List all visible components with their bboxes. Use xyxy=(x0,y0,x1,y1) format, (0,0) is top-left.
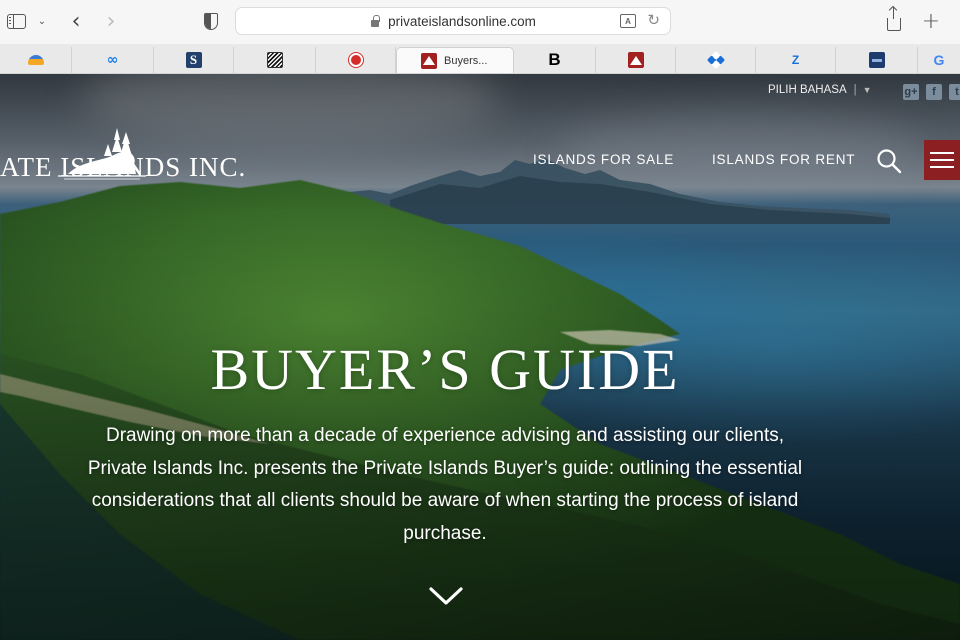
google-logo-icon: G xyxy=(933,52,945,68)
sidebar-toggle-button[interactable] xyxy=(5,8,27,34)
hero-description: Drawing on more than a decade of experie… xyxy=(60,420,830,550)
hero-description-line: Private Islands Inc. presents the Privat… xyxy=(87,457,803,479)
menu-icon-bar xyxy=(930,151,954,154)
twitter-icon[interactable]: t xyxy=(949,84,960,100)
z-logo-icon: Z xyxy=(791,53,800,67)
infinity-icon: ∞ xyxy=(106,52,119,68)
privacy-shield-button[interactable] xyxy=(200,8,222,34)
forward-button[interactable]: › xyxy=(99,8,123,34)
tab-3[interactable]: S xyxy=(154,47,234,73)
tab-8[interactable] xyxy=(596,47,676,73)
navy-logo-icon xyxy=(868,52,885,68)
blue-pixel-logo-icon xyxy=(706,50,725,70)
facebook-icon[interactable]: f xyxy=(926,84,942,100)
language-label: PILIH BAHASA xyxy=(768,84,847,96)
menu-icon-bar xyxy=(930,166,954,169)
striped-logo-icon xyxy=(266,52,283,68)
tab-11[interactable] xyxy=(836,47,918,73)
hero-description-line: Drawing on more than a decade of experie… xyxy=(105,425,785,446)
url-text: privateislandsonline.com xyxy=(388,13,536,29)
tab-active-buyers[interactable]: Buyers... xyxy=(396,47,514,73)
b-logo-icon: B xyxy=(548,50,561,69)
address-bar[interactable]: privateislandsonline.com A ↻ xyxy=(235,7,671,35)
private-islands-logo-icon xyxy=(421,52,437,69)
translate-icon[interactable]: A xyxy=(620,14,636,28)
tab-10[interactable]: Z xyxy=(756,47,836,73)
menu-icon-bar xyxy=(930,158,954,162)
hero-section: ATE ISLANDS INC. PILIH BAHASA | ▼ g+ f t… xyxy=(0,74,960,640)
search-icon[interactable] xyxy=(876,148,902,174)
google-plus-icon[interactable]: g+ xyxy=(903,84,919,100)
share-icon xyxy=(887,6,901,31)
tab-4[interactable] xyxy=(234,47,316,73)
language-selector[interactable]: PILIH BAHASA | ▼ xyxy=(768,84,872,96)
site-logo-text[interactable]: ATE ISLANDS INC. xyxy=(0,152,245,183)
back-button[interactable]: ‹ xyxy=(64,8,88,34)
caret-down-icon: ▼ xyxy=(862,85,872,95)
hero-description-line: purchase. xyxy=(403,522,487,544)
page-title: BUYER’S GUIDE xyxy=(210,337,680,402)
share-button[interactable] xyxy=(883,6,905,34)
reload-icon[interactable]: ↻ xyxy=(647,11,660,29)
tab-12[interactable]: G xyxy=(918,47,960,73)
new-tab-button[interactable]: + xyxy=(920,8,942,34)
tab-1[interactable] xyxy=(0,47,72,73)
tab-2[interactable]: ∞ xyxy=(72,47,154,73)
tab-9[interactable] xyxy=(676,47,756,73)
private-islands-logo-icon xyxy=(627,52,644,68)
hero-description-line: considerations that all clients should b… xyxy=(91,490,799,511)
tab-5[interactable] xyxy=(316,47,396,73)
divider: | xyxy=(853,84,857,96)
red-circle-logo-icon xyxy=(348,52,364,68)
nav-islands-for-sale[interactable]: ISLANDS FOR SALE xyxy=(533,152,674,167)
browser-toolbar: ⌄ ‹ › privateislandsonline.com A ↻ + xyxy=(0,0,960,44)
lock-icon xyxy=(370,15,380,27)
tab-bar: ∞ S Buyers... B Z G xyxy=(0,44,960,74)
tab-title: Buyers... xyxy=(444,54,488,67)
sidebar-icon xyxy=(6,13,26,29)
tab-7[interactable]: B xyxy=(514,47,596,73)
shield-icon xyxy=(204,12,218,30)
chevron-down-icon[interactable]: ⌄ xyxy=(35,8,49,34)
sun-logo-icon xyxy=(27,52,44,68)
hamburger-menu-button[interactable] xyxy=(924,140,960,180)
scroll-down-chevron-icon[interactable] xyxy=(428,584,464,608)
nav-islands-for-rent[interactable]: ISLANDS FOR RENT xyxy=(712,152,855,167)
s-logo-icon: S xyxy=(185,52,202,68)
